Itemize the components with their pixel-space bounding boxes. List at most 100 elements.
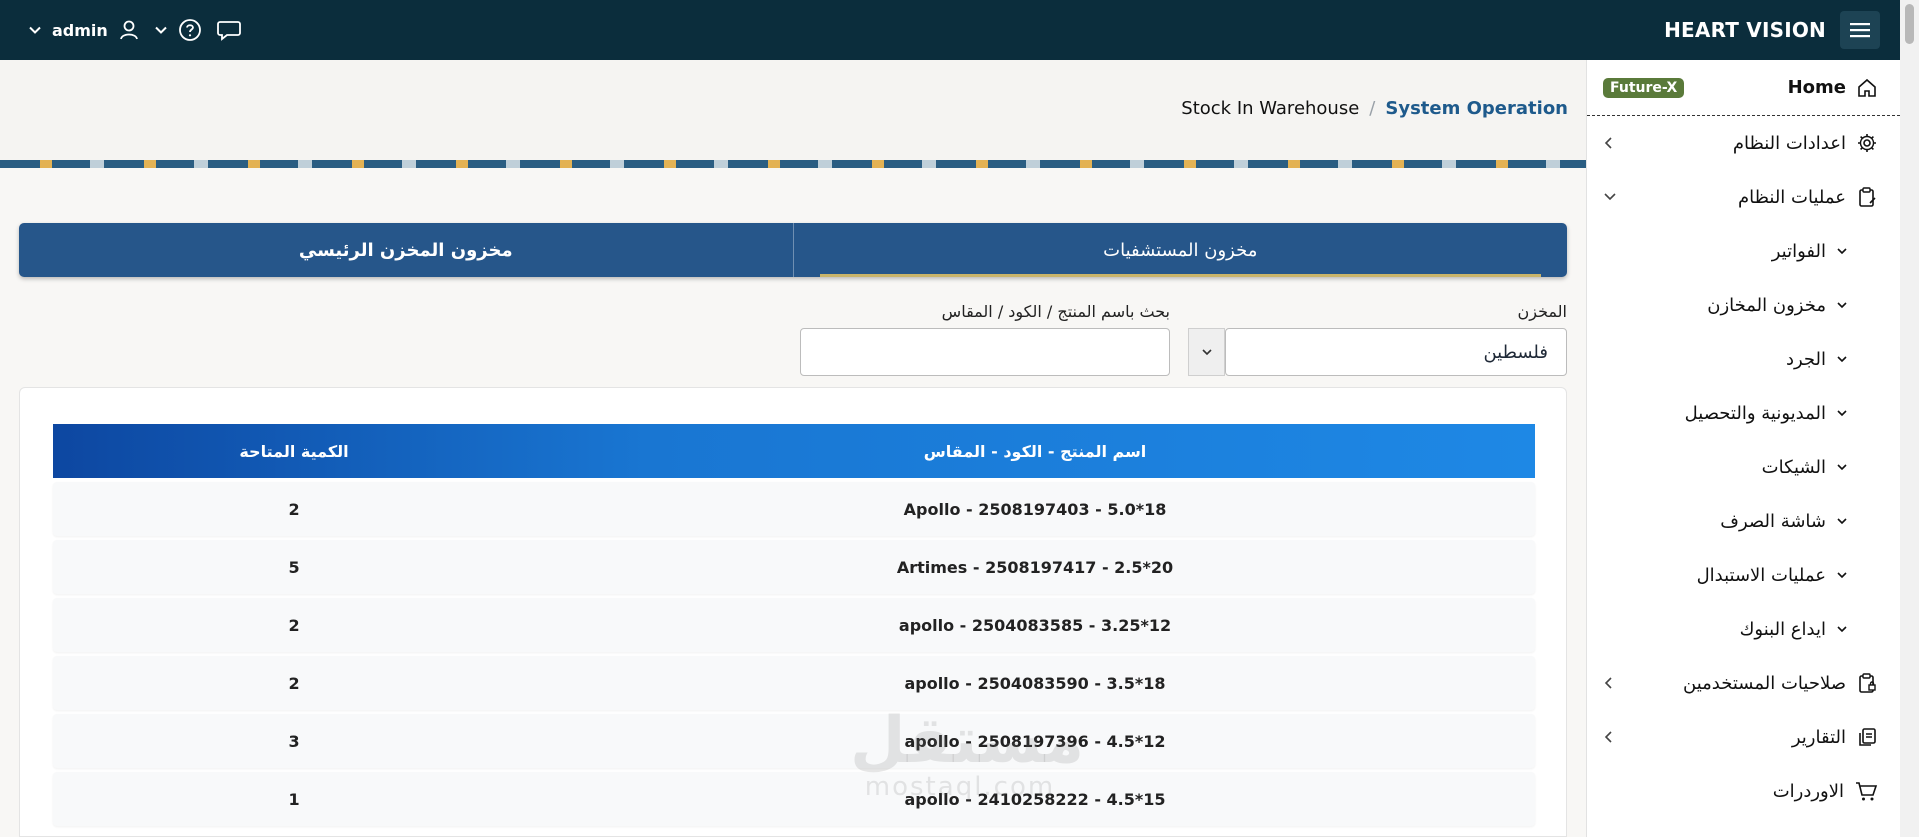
search-input[interactable] xyxy=(800,328,1170,376)
clipboard-edit-icon xyxy=(1856,186,1878,208)
table-row[interactable]: apollo - 2508197396 - 4.5*12 3 xyxy=(53,714,1535,768)
column-header-product[interactable]: اسم المنتج - الكود - المقاس xyxy=(535,424,1535,478)
cell-quantity: 2 xyxy=(288,615,300,635)
warehouse-dropdown-button[interactable] xyxy=(1188,328,1225,376)
cell-quantity: 1 xyxy=(288,789,300,809)
sidebar-item-label: صلاحيات المستخدمين xyxy=(1683,672,1846,694)
cell-quantity: 5 xyxy=(288,557,300,577)
help-menu[interactable] xyxy=(154,18,202,42)
future-x-badge: Future-X xyxy=(1603,77,1685,98)
column-header-quantity[interactable]: الكمية المتاحة xyxy=(53,424,535,478)
cell-product: Apollo - 2508197403 - 5.0*18 xyxy=(903,499,1167,519)
sidebar-item-label: عمليات النظام xyxy=(1738,186,1846,208)
breadcrumb-separator: / xyxy=(1369,98,1376,119)
sidebar-subitem-exchange-operations[interactable]: عمليات الاستبدال xyxy=(1587,548,1900,602)
tab-label: مخزون المستشفيات xyxy=(1103,239,1258,261)
stock-table-card: اسم المنتج - الكود - المقاس الكمية المتا… xyxy=(19,387,1567,837)
warehouse-selected-value: فلسطين xyxy=(1483,341,1548,363)
chevron-down-icon xyxy=(1836,624,1848,634)
cart-icon xyxy=(1854,780,1878,802)
table-row[interactable]: Artimes - 2508197417 - 2.5*20 5 xyxy=(53,540,1535,594)
chevron-left-icon xyxy=(1603,136,1615,150)
header-brand-area: HEART VISION xyxy=(1664,11,1880,49)
chevron-down-icon xyxy=(1836,408,1848,418)
chevron-down-icon xyxy=(1201,347,1213,357)
stock-table: اسم المنتج - الكود - المقاس الكمية المتا… xyxy=(53,424,1535,826)
sidebar-subitem-invoices[interactable]: الفواتير xyxy=(1587,224,1900,278)
sidebar-item-system-operations[interactable]: عمليات النظام xyxy=(1587,170,1900,224)
scrollbar-thumb[interactable] xyxy=(1905,4,1914,44)
table-row[interactable]: apollo - 2504083590 - 3.5*18 2 xyxy=(53,656,1535,710)
sidebar-item-label: التقارير xyxy=(1791,726,1846,748)
warehouse-select[interactable]: فلسطين xyxy=(1225,328,1567,376)
cell-quantity: 2 xyxy=(288,499,300,519)
chevron-down-icon xyxy=(154,23,168,37)
tab-main-warehouse-stock[interactable]: مخزون المخزن الرئيسي xyxy=(19,223,794,277)
table-row[interactable]: apollo - 2410258222 - 4.5*15 1 xyxy=(53,772,1535,826)
chevron-down-icon xyxy=(1836,300,1848,310)
top-header: admin HEART VISION xyxy=(0,0,1900,60)
sidebar-item-user-permissions[interactable]: صلاحيات المستخدمين xyxy=(1587,656,1900,710)
sidebar-home-label: Home xyxy=(1787,77,1846,98)
sidebar-subitem-inventory[interactable]: الجرد xyxy=(1587,332,1900,386)
cell-product: Artimes - 2508197417 - 2.5*20 xyxy=(896,557,1174,577)
sidebar-subitem-cheques[interactable]: الشيكات xyxy=(1587,440,1900,494)
sidebar-item-home[interactable]: Home Future-X xyxy=(1587,60,1900,116)
sidebar-item-label: الاوردرات xyxy=(1772,780,1844,802)
cell-quantity: 3 xyxy=(288,731,300,751)
app-brand: HEART VISION xyxy=(1664,18,1826,42)
sidebar-subitem-label: المديونية والتحصيل xyxy=(1684,402,1826,424)
table-row[interactable]: Apollo - 2508197403 - 5.0*18 2 xyxy=(53,482,1535,536)
sidebar-item-reports[interactable]: التقارير xyxy=(1587,710,1900,764)
sidebar-item-system-settings[interactable]: اعدادات النظام xyxy=(1587,116,1900,170)
clipboard-lock-icon xyxy=(1856,672,1878,694)
tab-label: مخزون المخزن الرئيسي xyxy=(298,239,513,261)
cell-product: apollo - 2508197396 - 4.5*12 xyxy=(904,731,1166,751)
sidebar-subitem-label: ايداع البنوك xyxy=(1739,618,1826,640)
user-menu[interactable]: admin xyxy=(28,19,140,41)
documents-icon xyxy=(1856,726,1878,748)
sidebar-subitem-label: شاشة الصرف xyxy=(1720,510,1826,532)
cell-product: apollo - 2410258222 - 4.5*15 xyxy=(904,789,1166,809)
page-scrollbar[interactable] xyxy=(1900,0,1919,837)
chevron-down-icon xyxy=(1836,462,1848,472)
cell-product: apollo - 2504083590 - 3.5*18 xyxy=(904,673,1166,693)
sidebar-subitem-dispense-screen[interactable]: شاشة الصرف xyxy=(1587,494,1900,548)
chevron-down-icon xyxy=(1836,354,1848,364)
sidebar-subitem-label: الفواتير xyxy=(1771,240,1826,262)
sidebar-subitem-warehouse-stock[interactable]: مخزون المخازن xyxy=(1587,278,1900,332)
chevron-left-icon xyxy=(1603,730,1615,744)
tab-hospitals-stock[interactable]: مخزون المستشفيات xyxy=(794,223,1568,277)
table-row[interactable]: apollo - 2504083585 - 3.25*12 2 xyxy=(53,598,1535,652)
gear-icon xyxy=(1856,132,1878,154)
breadcrumb-link-system-operation[interactable]: System Operation xyxy=(1385,98,1568,119)
sidebar-subitem-label: الشيكات xyxy=(1761,456,1826,478)
sidebar: Home Future-X اعدادات النظام عمليات النظ… xyxy=(1586,60,1900,837)
chevron-down-icon xyxy=(1836,246,1848,256)
sidebar-item-label: اعدادات النظام xyxy=(1732,132,1846,154)
breadcrumb-current: Stock In Warehouse xyxy=(1181,98,1360,119)
hamburger-button[interactable] xyxy=(1840,11,1880,49)
breadcrumb-bar: Stock In Warehouse / System Operation xyxy=(0,60,1586,160)
stock-tabs: مخزون المستشفيات مخزون المخزن الرئيسي xyxy=(19,223,1567,277)
table-header: اسم المنتج - الكود - المقاس الكمية المتا… xyxy=(53,424,1535,478)
sidebar-subitem-debt-collection[interactable]: المديونية والتحصيل xyxy=(1587,386,1900,440)
warehouse-label: المخزن xyxy=(1517,302,1567,321)
chevron-down-icon xyxy=(1603,191,1617,203)
sidebar-item-orders[interactable]: الاوردرات xyxy=(1587,764,1900,818)
chevron-left-icon xyxy=(1603,676,1615,690)
sidebar-subitem-label: مخزون المخازن xyxy=(1707,294,1826,316)
sidebar-subitem-label: عمليات الاستبدال xyxy=(1696,564,1826,586)
search-label: بحث باسم المنتج / الكود / المقاس xyxy=(941,302,1170,321)
header-user-area: admin xyxy=(28,18,242,42)
home-icon xyxy=(1856,77,1878,99)
chat-icon[interactable] xyxy=(216,18,242,42)
chevron-down-icon xyxy=(28,23,42,37)
sidebar-subitem-label: الجرد xyxy=(1785,348,1826,370)
user-icon xyxy=(118,19,140,41)
cell-quantity: 2 xyxy=(288,673,300,693)
sidebar-subitem-bank-deposits[interactable]: ايداع البنوك xyxy=(1587,602,1900,656)
help-icon xyxy=(178,18,202,42)
chevron-down-icon xyxy=(1836,570,1848,580)
user-name: admin xyxy=(52,20,108,40)
